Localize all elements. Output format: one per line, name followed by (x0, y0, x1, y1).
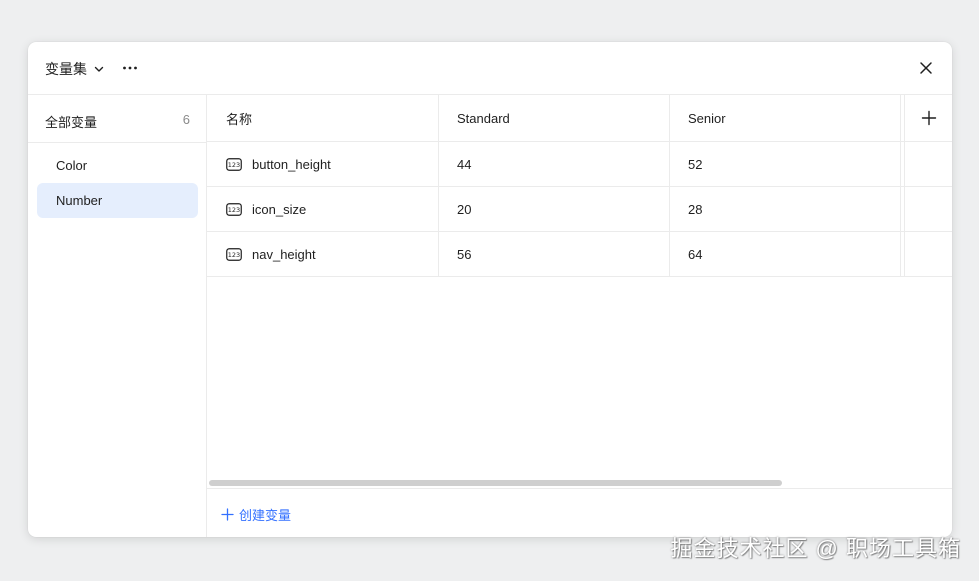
sidebar: 全部变量 6 Color Number (28, 95, 207, 537)
table-cell-standard[interactable]: 44 (438, 142, 669, 187)
table-cell-empty (900, 142, 952, 187)
cell-value: 52 (688, 156, 703, 172)
cell-value: 20 (457, 201, 472, 217)
column-header-label: Standard (457, 110, 510, 126)
plus-icon (221, 508, 234, 521)
table-cell-senior[interactable]: 28 (669, 187, 900, 232)
variable-set-dropdown[interactable]: 变量集 (45, 59, 105, 79)
sidebar-item-number[interactable]: Number (37, 183, 198, 218)
svg-text:123: 123 (228, 206, 240, 214)
watermark: 掘金技术社区 @ 职场工具箱 (670, 536, 961, 561)
cell-value: 56 (457, 246, 472, 262)
svg-text:123: 123 (228, 251, 240, 259)
sidebar-item-color[interactable]: Color (37, 148, 198, 183)
sidebar-item-label: Number (56, 193, 103, 208)
close-icon[interactable] (918, 60, 934, 76)
cell-value: 44 (457, 156, 472, 172)
column-divider (904, 95, 905, 277)
column-divider (669, 95, 670, 277)
number-type-icon: 123 (226, 202, 242, 216)
column-header-standard[interactable]: Standard (438, 95, 669, 142)
column-header-label: 名称 (226, 111, 253, 127)
create-variable-label: 创建变量 (239, 508, 292, 523)
variable-set-panel: 变量集 全部变量 6 Color Number 名称 Standard Seni… (28, 42, 952, 537)
variable-name: nav_height (252, 246, 316, 262)
scrollbar-thumb[interactable] (209, 480, 782, 486)
horizontal-scrollbar[interactable] (209, 479, 952, 487)
chevron-down-icon (94, 66, 104, 72)
table-row-name-cell[interactable]: 123 nav_height (207, 232, 438, 277)
create-variable-button[interactable]: 创建变量 (221, 505, 291, 524)
table-cell-senior[interactable]: 64 (669, 232, 900, 277)
table-cell-senior[interactable]: 52 (669, 142, 900, 187)
table-row-name-cell[interactable]: 123 button_height (207, 142, 438, 187)
cell-value: 28 (688, 201, 703, 217)
variables-table: 名称 Standard Senior 123 button_height 44 … (207, 95, 952, 537)
all-variables-label: 全部变量 (45, 115, 98, 130)
table-cell-standard[interactable]: 56 (438, 232, 669, 277)
variable-name: icon_size (252, 201, 307, 217)
sidebar-divider (28, 142, 206, 143)
more-horizontal-icon[interactable] (120, 58, 140, 78)
add-column-plus-icon[interactable] (920, 109, 938, 127)
all-variables-count: 6 (182, 112, 190, 127)
svg-text:123: 123 (228, 161, 240, 169)
table-cell-empty (900, 232, 952, 277)
sidebar-all-variables[interactable]: 全部变量 6 (45, 112, 190, 131)
panel-title: 变量集 (45, 61, 87, 77)
sidebar-item-label: Color (56, 158, 88, 173)
table-cell-empty (900, 187, 952, 232)
footer-divider (207, 488, 952, 489)
number-type-icon: 123 (226, 157, 242, 171)
column-divider (438, 95, 439, 277)
table-row-name-cell[interactable]: 123 icon_size (207, 187, 438, 232)
number-type-icon: 123 (226, 247, 242, 261)
column-header-senior[interactable]: Senior (669, 95, 900, 142)
panel-header: 变量集 (28, 42, 952, 95)
table-cell-standard[interactable]: 20 (438, 187, 669, 232)
column-divider (900, 95, 901, 277)
cell-value: 64 (688, 246, 703, 262)
column-header-label: Senior (688, 110, 726, 126)
column-header-name: 名称 (207, 95, 438, 142)
variable-name: button_height (252, 156, 331, 172)
